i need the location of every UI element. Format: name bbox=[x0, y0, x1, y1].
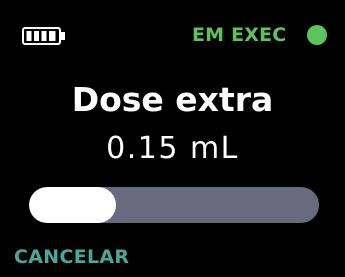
dose-progress-bar bbox=[29, 187, 319, 223]
run-status-label: EM EXEC bbox=[192, 24, 287, 46]
dose-progress-fill bbox=[29, 187, 116, 223]
battery-full-icon bbox=[22, 27, 65, 45]
running-dot-icon bbox=[307, 25, 327, 45]
dose-amount: 0.15 mL bbox=[106, 131, 239, 166]
dose-title: Dose extra bbox=[71, 80, 274, 119]
cancel-button[interactable]: CANCELAR bbox=[14, 244, 129, 270]
